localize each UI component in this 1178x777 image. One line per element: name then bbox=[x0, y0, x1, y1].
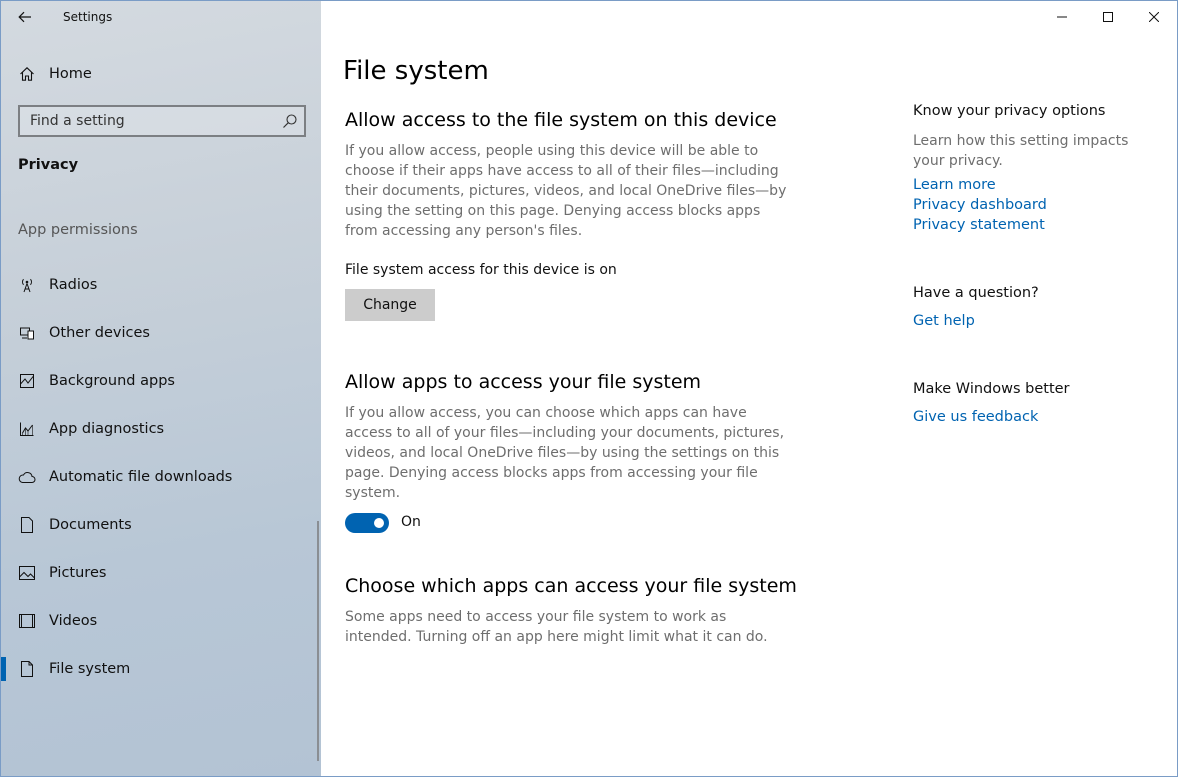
search-input[interactable] bbox=[20, 107, 270, 135]
diagnostics-chart-icon bbox=[18, 420, 36, 438]
sidebar-item-label: Videos bbox=[49, 613, 98, 629]
sidebar-item-label: App diagnostics bbox=[49, 421, 165, 437]
section-description-choose-apps: Some apps need to access your file syste… bbox=[345, 609, 768, 645]
search-icon[interactable] bbox=[282, 113, 298, 129]
search-box[interactable] bbox=[18, 105, 306, 137]
home-label: Home bbox=[49, 66, 92, 82]
section-heading-choose-apps: Choose which apps can access your file s… bbox=[345, 575, 797, 597]
back-arrow-icon bbox=[18, 11, 31, 23]
learn-more-link[interactable]: Learn more bbox=[913, 177, 996, 193]
maximize-button[interactable] bbox=[1085, 1, 1131, 33]
section-heading-app-access: Allow apps to access your file system bbox=[345, 371, 702, 393]
privacy-dashboard-link[interactable]: Privacy dashboard bbox=[913, 197, 1047, 213]
section-heading-device-access: Allow access to the file system on this … bbox=[345, 109, 777, 131]
section-description-device-access: If you allow access, people using this d… bbox=[345, 143, 787, 239]
sidebar-item-videos[interactable]: Videos bbox=[1, 601, 317, 641]
minimize-icon bbox=[1057, 16, 1067, 18]
close-button[interactable] bbox=[1131, 1, 1177, 33]
document-icon bbox=[18, 516, 36, 534]
home-nav-item[interactable]: Home bbox=[1, 57, 321, 91]
minimize-button[interactable] bbox=[1039, 1, 1085, 33]
sidebar-item-automatic-file-downloads[interactable]: Automatic file downloads bbox=[1, 457, 317, 497]
app-title: Settings bbox=[63, 10, 113, 24]
video-icon bbox=[18, 612, 36, 630]
file-system-icon bbox=[18, 660, 36, 678]
sidebar-item-label: File system bbox=[49, 661, 131, 677]
sidebar-item-radios[interactable]: Radios bbox=[1, 265, 317, 305]
app-access-toggle[interactable] bbox=[345, 513, 389, 533]
make-windows-better-heading: Make Windows better bbox=[913, 381, 1070, 397]
sidebar-item-label: Documents bbox=[49, 517, 132, 533]
selection-indicator bbox=[1, 657, 6, 681]
sidebar-item-label: Pictures bbox=[49, 565, 107, 581]
window-controls bbox=[1039, 1, 1177, 33]
get-help-link[interactable]: Get help bbox=[913, 313, 975, 329]
sidebar: Settings Home Privacy App permissions bbox=[1, 1, 321, 776]
close-icon bbox=[1149, 12, 1159, 22]
maximize-icon bbox=[1103, 12, 1113, 22]
section-description-app-access: If you allow access, you can choose whic… bbox=[345, 405, 785, 501]
sidebar-item-app-diagnostics[interactable]: App diagnostics bbox=[1, 409, 317, 449]
privacy-statement-link[interactable]: Privacy statement bbox=[913, 217, 1045, 233]
titlebar-left: Settings bbox=[1, 1, 321, 33]
device-access-status: File system access for this device is on bbox=[345, 262, 617, 278]
page-title: File system bbox=[343, 56, 489, 86]
sidebar-item-label: Radios bbox=[49, 277, 98, 293]
background-apps-icon bbox=[18, 372, 36, 390]
privacy-options-heading: Know your privacy options bbox=[913, 103, 1106, 119]
toggle-state-label: On bbox=[401, 514, 421, 530]
sidebar-section-privacy: Privacy bbox=[18, 157, 79, 173]
settings-window: Settings Home Privacy App permissions bbox=[0, 0, 1178, 777]
sidebar-item-other-devices[interactable]: Other devices bbox=[1, 313, 317, 353]
sidebar-item-label: Automatic file downloads bbox=[49, 469, 233, 485]
sidebar-item-documents[interactable]: Documents bbox=[1, 505, 317, 545]
sidebar-item-label: Background apps bbox=[49, 373, 175, 389]
sidebar-item-pictures[interactable]: Pictures bbox=[1, 553, 317, 593]
devices-icon bbox=[18, 324, 36, 342]
home-icon bbox=[18, 65, 36, 83]
radio-tower-icon bbox=[18, 276, 36, 294]
sidebar-item-file-system[interactable]: File system bbox=[1, 649, 317, 689]
back-button[interactable] bbox=[9, 3, 41, 31]
privacy-options-description: Learn how this setting impacts your priv… bbox=[913, 133, 1129, 169]
sidebar-scrollbar[interactable] bbox=[317, 521, 319, 761]
toggle-knob bbox=[374, 518, 384, 528]
cloud-icon bbox=[18, 468, 36, 486]
sidebar-item-background-apps[interactable]: Background apps bbox=[1, 361, 317, 401]
picture-icon bbox=[18, 564, 36, 582]
give-feedback-link[interactable]: Give us feedback bbox=[913, 409, 1038, 425]
change-button[interactable]: Change bbox=[345, 289, 435, 321]
sidebar-item-label: Other devices bbox=[49, 325, 150, 341]
sidebar-group-app-permissions: App permissions bbox=[18, 222, 138, 238]
question-heading: Have a question? bbox=[913, 285, 1039, 301]
